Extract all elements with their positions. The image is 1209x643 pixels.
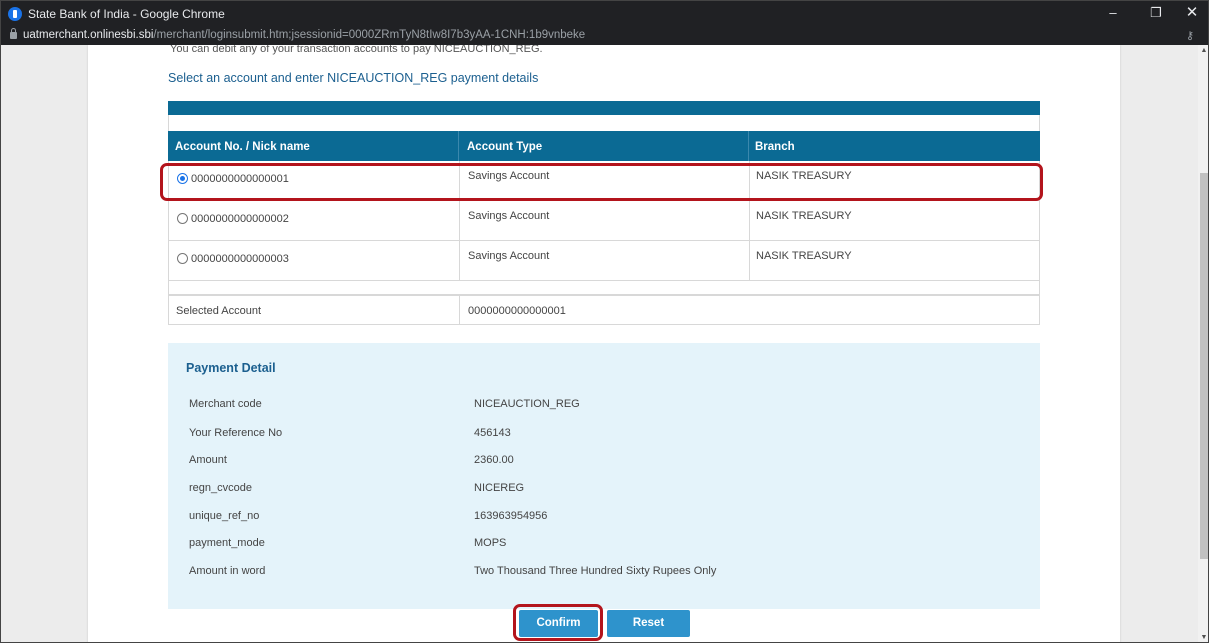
header-divider (748, 131, 749, 161)
account-branch: NASIK TREASURY (756, 250, 852, 262)
selected-account-value: 0000000000000001 (468, 305, 566, 317)
payment-value: Two Thousand Three Hundred Sixty Rupees … (474, 565, 717, 577)
payment-value: MOPS (474, 537, 507, 549)
vertical-scrollbar[interactable]: ▲ ▼ (1198, 45, 1208, 642)
table-header: Account No. / Nick name Account Type Bra… (168, 131, 1040, 161)
header-branch: Branch (755, 141, 795, 153)
account-branch: NASIK TREASURY (756, 210, 852, 222)
title-bar: State Bank of India - Google Chrome – ❐ … (1, 1, 1208, 27)
header-account-type: Account Type (467, 141, 543, 153)
lock-icon[interactable] (10, 28, 17, 39)
payment-value: NICEREG (474, 482, 525, 494)
url-host: uatmerchant.onlinesbi.sbi (23, 29, 154, 41)
table-spacer-row (168, 281, 1040, 295)
scroll-down-arrow-icon[interactable]: ▼ (1200, 634, 1208, 641)
selected-row-highlight (160, 163, 1043, 201)
payment-key: Amount in word (189, 565, 266, 577)
payment-key: Your Reference No (189, 427, 283, 439)
account-radio-3[interactable] (177, 253, 188, 264)
account-number: 0000000000000002 (191, 213, 289, 225)
payment-key: Amount (189, 454, 227, 466)
close-button[interactable]: ✕ (1181, 4, 1203, 22)
account-radio-2[interactable] (177, 213, 188, 224)
key-icon[interactable]: ⚷ (1186, 29, 1194, 42)
cell-divider (459, 241, 460, 280)
url-path: /merchant/loginsubmit.htm;jsessionid=000… (153, 29, 586, 41)
header-account: Account No. / Nick name (175, 141, 310, 153)
payment-detail-panel: Payment Detail Merchant code NICEAUCTION… (168, 343, 1040, 609)
account-type: Savings Account (468, 210, 550, 222)
url-text[interactable]: uatmerchant.onlinesbi.sbi/merchant/login… (23, 29, 585, 41)
page-viewport: You can debit any of your transaction ac… (1, 45, 1198, 642)
payment-value: 456143 (474, 427, 511, 439)
payment-detail-title: Payment Detail (186, 361, 276, 375)
header-divider (458, 131, 459, 161)
account-type: Savings Account (468, 250, 550, 262)
selected-account-label: Selected Account (176, 305, 262, 317)
minimize-button[interactable]: – (1102, 4, 1124, 22)
cell-divider (749, 241, 750, 280)
payment-key: regn_cvcode (189, 482, 252, 494)
window-title: State Bank of India - Google Chrome (28, 7, 225, 21)
instruction-heading: Select an account and enter NICEAUCTION_… (168, 71, 539, 85)
scroll-up-arrow-icon[interactable]: ▲ (1200, 47, 1208, 54)
partial-instruction-text: You can debit any of your transaction ac… (170, 45, 543, 55)
browser-window: State Bank of India - Google Chrome – ❐ … (0, 0, 1209, 643)
address-bar[interactable]: uatmerchant.onlinesbi.sbi/merchant/login… (1, 27, 1208, 45)
table-top-band (168, 101, 1040, 115)
reset-button[interactable]: Reset (607, 610, 690, 637)
cell-divider (459, 296, 460, 325)
maximize-button[interactable]: ❐ (1145, 4, 1167, 22)
table-row[interactable]: 0000000000000002 Savings Account NASIK T… (168, 201, 1040, 241)
confirm-highlight (513, 604, 603, 641)
table-spacer (168, 115, 1040, 131)
sbi-favicon-icon (8, 7, 22, 21)
payment-key: unique_ref_no (189, 510, 260, 522)
payment-value: 163963954956 (474, 510, 548, 522)
payment-key: Merchant code (189, 398, 262, 410)
table-row[interactable]: 0000000000000003 Savings Account NASIK T… (168, 241, 1040, 281)
scrollbar-thumb[interactable] (1200, 173, 1208, 559)
cell-divider (749, 201, 750, 240)
cell-divider (459, 201, 460, 240)
payment-value: NICEAUCTION_REG (474, 398, 580, 410)
payment-key: payment_mode (189, 537, 265, 549)
selected-account-row: Selected Account 0000000000000001 (168, 295, 1040, 325)
payment-value: 2360.00 (474, 454, 514, 466)
account-number: 0000000000000003 (191, 253, 289, 265)
